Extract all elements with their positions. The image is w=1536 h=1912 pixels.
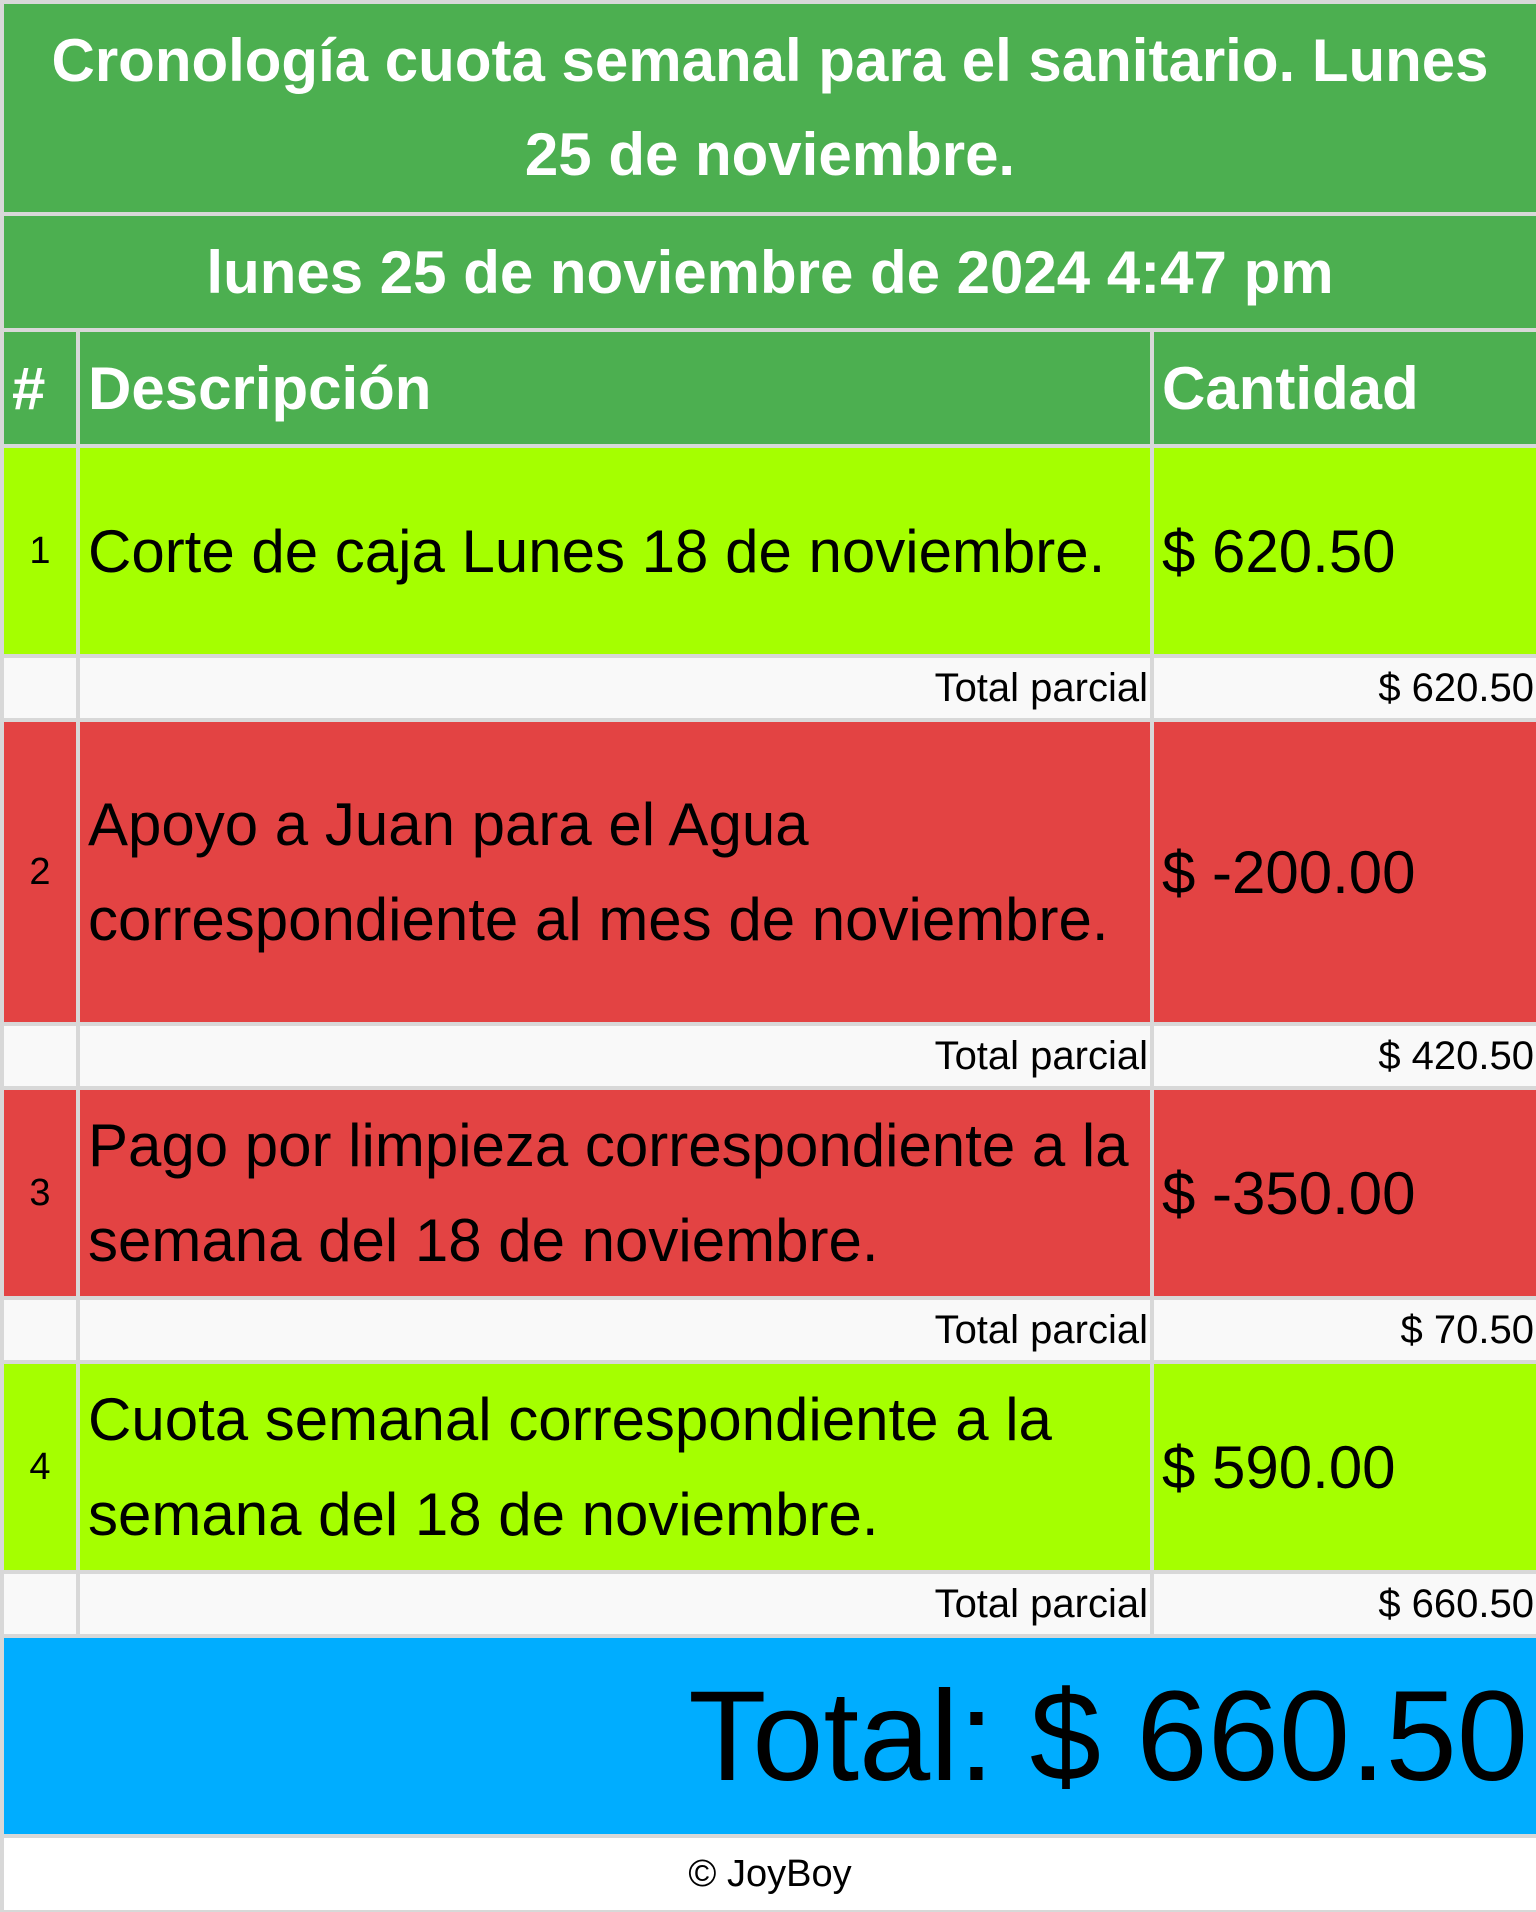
- page-title: Cronología cuota semanal para el sanitar…: [0, 0, 1536, 216]
- grand-total: Total: $ 660.50: [0, 1634, 1536, 1838]
- item-number: 4: [0, 1360, 80, 1574]
- date-row: lunes 25 de noviembre de 2024 4:47 pm: [0, 212, 1536, 332]
- column-header-number: #: [0, 328, 80, 448]
- table-row: 4 Cuota semanal correspondiente a la sem…: [0, 1360, 1536, 1574]
- item-amount: $ 620.50: [1149, 444, 1536, 658]
- item-description: Cuota semanal correspondiente a la seman…: [76, 1360, 1154, 1574]
- subtotal-spacer: [0, 1296, 80, 1364]
- item-amount: $ -350.00: [1149, 1086, 1536, 1300]
- grand-total-row: Total: $ 660.50: [0, 1634, 1536, 1838]
- footer-row: © JoyBoy: [0, 1834, 1536, 1912]
- subtotal-value: $ 420.50: [1149, 1022, 1536, 1090]
- weekly-quota-table: Cronología cuota semanal para el sanitar…: [0, 0, 1536, 1912]
- table-row: 1 Corte de caja Lunes 18 de noviembre. $…: [0, 444, 1536, 658]
- subtotal-value: $ 70.50: [1149, 1296, 1536, 1364]
- item-number: 2: [0, 718, 80, 1026]
- subtotal-row: Total parcial $ 660.50: [0, 1570, 1536, 1638]
- subtotal-spacer: [0, 1570, 80, 1638]
- item-number: 1: [0, 444, 80, 658]
- copyright-footer: © JoyBoy: [0, 1834, 1536, 1912]
- subtotal-value: $ 620.50: [1149, 654, 1536, 722]
- subtotal-value: $ 660.50: [1149, 1570, 1536, 1638]
- subtotal-row: Total parcial $ 620.50: [0, 654, 1536, 722]
- subtotal-row: Total parcial $ 70.50: [0, 1296, 1536, 1364]
- subtotal-spacer: [0, 654, 80, 722]
- item-description: Corte de caja Lunes 18 de noviembre.: [76, 444, 1154, 658]
- subtotal-label: Total parcial: [76, 654, 1154, 722]
- title-row: Cronología cuota semanal para el sanitar…: [0, 0, 1536, 216]
- subtotal-label: Total parcial: [76, 1296, 1154, 1364]
- table-row: 2 Apoyo a Juan para el Agua correspondie…: [0, 718, 1536, 1026]
- subtotal-label: Total parcial: [76, 1022, 1154, 1090]
- table-row: 3 Pago por limpieza correspondiente a la…: [0, 1086, 1536, 1300]
- column-header-row: # Descripción Cantidad: [0, 328, 1536, 448]
- subtotal-label: Total parcial: [76, 1570, 1154, 1638]
- subtotal-spacer: [0, 1022, 80, 1090]
- column-header-description: Descripción: [76, 328, 1154, 448]
- item-number: 3: [0, 1086, 80, 1300]
- report-datetime: lunes 25 de noviembre de 2024 4:47 pm: [0, 212, 1536, 332]
- item-amount: $ 590.00: [1149, 1360, 1536, 1574]
- item-amount: $ -200.00: [1149, 718, 1536, 1026]
- subtotal-row: Total parcial $ 420.50: [0, 1022, 1536, 1090]
- item-description: Pago por limpieza correspondiente a la s…: [76, 1086, 1154, 1300]
- column-header-amount: Cantidad: [1149, 328, 1536, 448]
- item-description: Apoyo a Juan para el Agua correspondient…: [76, 718, 1154, 1026]
